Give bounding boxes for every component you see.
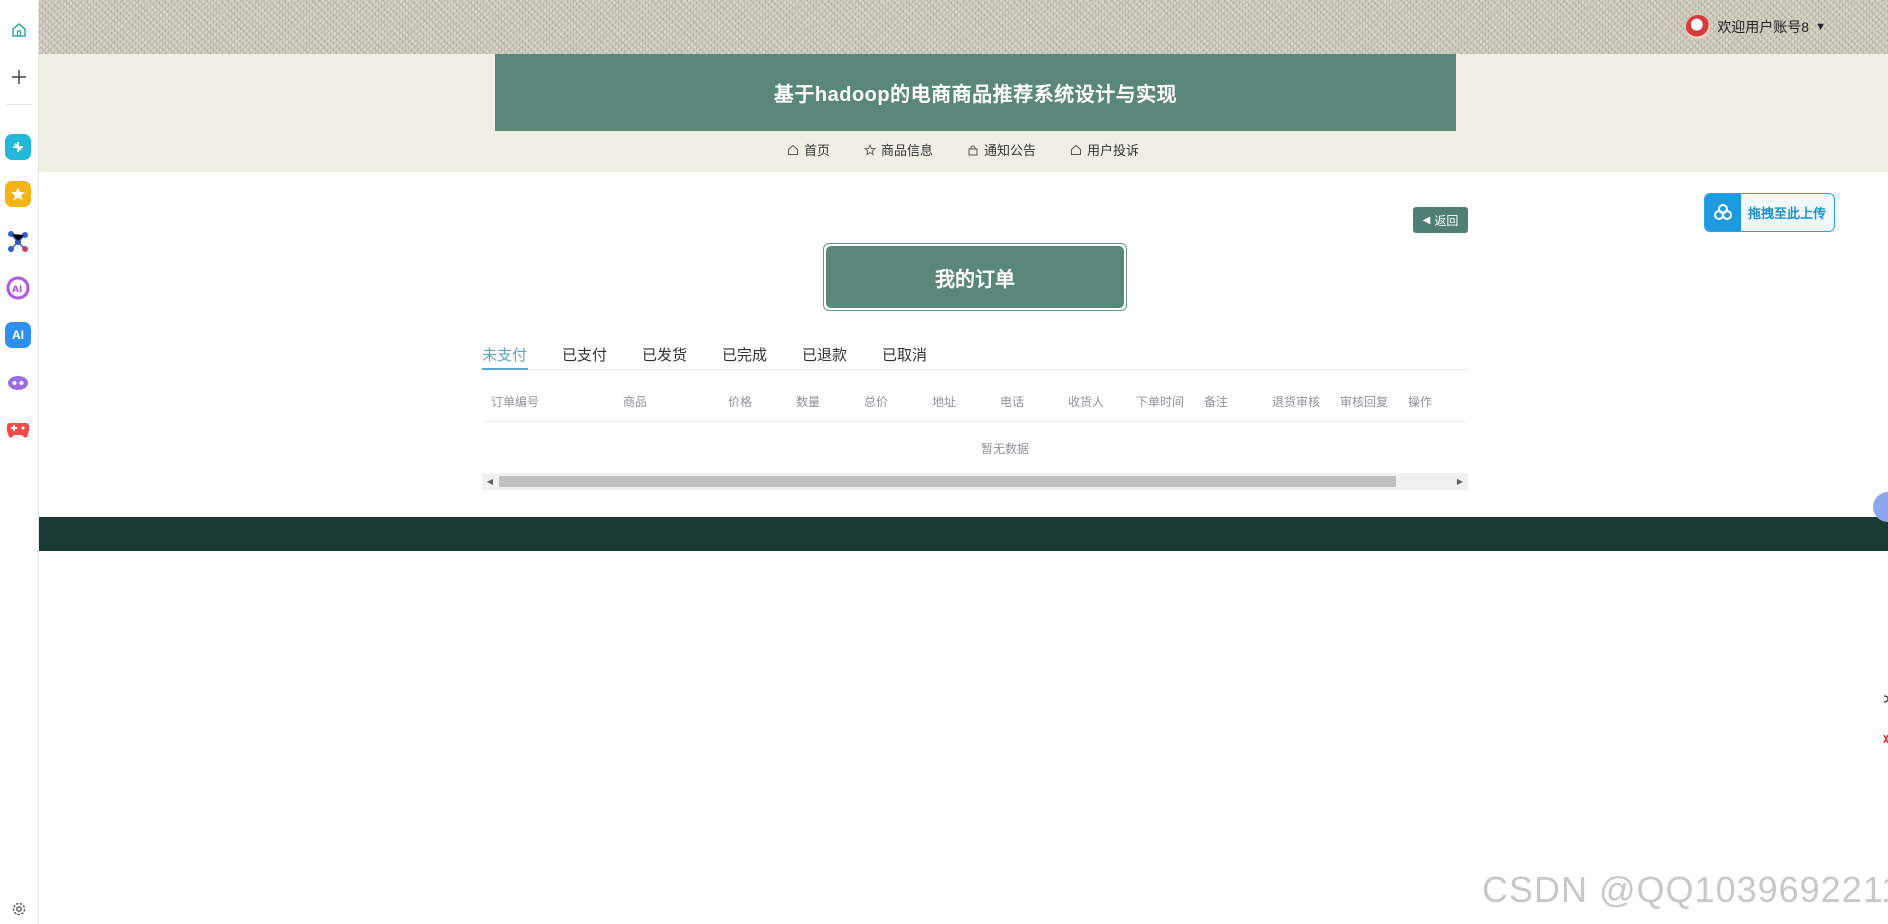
- site-title-banner: 基于hadoop的电商商品推荐系统设计与实现: [495, 54, 1456, 131]
- network-app-icon[interactable]: [5, 228, 31, 254]
- nav-item-label: 首页: [803, 143, 830, 158]
- chevron-down-icon: ▼: [1815, 21, 1826, 33]
- tab-shipped[interactable]: 已发货: [642, 344, 687, 365]
- column-header: 下单时间: [1136, 395, 1185, 409]
- nav-item-complaints[interactable]: 用户投诉: [1070, 140, 1139, 159]
- edge-tool-icon[interactable]: [1883, 734, 1888, 744]
- star-app-icon[interactable]: [5, 181, 31, 207]
- column-header: 审核回复: [1340, 395, 1389, 409]
- star-icon: [863, 143, 876, 155]
- home-icon: [1071, 144, 1082, 155]
- user-menu[interactable]: 欢迎用户账号8 ▼: [1685, 13, 1826, 41]
- sidebar-divider: [6, 104, 32, 105]
- orders-table-header: 订单编号 商品 价格 数量 总价 地址 电话 收货人 下单时间 备注 退货审核 …: [482, 388, 1468, 422]
- nav-item-products[interactable]: 商品信息: [863, 140, 933, 159]
- ai-ring-app-icon[interactable]: AI: [5, 275, 31, 301]
- tab-refunded[interactable]: 已退款: [802, 344, 847, 365]
- watermark: CSDN @QQ1039692211: [1482, 869, 1888, 910]
- plus-icon[interactable]: [4, 62, 34, 92]
- column-header: 操作: [1408, 395, 1433, 409]
- column-header: 备注: [1204, 395, 1229, 409]
- table-empty-text: 暂无数据: [980, 442, 1029, 456]
- column-header: 电话: [1000, 395, 1025, 409]
- user-greeting: 欢迎用户账号8: [1717, 19, 1810, 35]
- back-button[interactable]: ◀ 返回: [1413, 207, 1468, 233]
- home-icon: [787, 144, 798, 155]
- active-tab-indicator: [482, 368, 528, 370]
- browser-sidebar: AI AI: [0, 0, 39, 924]
- table-horizontal-scrollbar[interactable]: ◀ ▶: [482, 473, 1468, 490]
- nav-item-notices[interactable]: 通知公告: [967, 140, 1036, 159]
- home-icon[interactable]: [4, 15, 34, 45]
- column-header: 商品: [623, 395, 648, 409]
- cloud-link-icon: [1705, 194, 1741, 231]
- tab-cancelled[interactable]: 已取消: [882, 344, 927, 365]
- main-nav: 首页 商品信息 通知公告 用户投诉: [0, 140, 1888, 159]
- column-header: 价格: [728, 395, 753, 409]
- scroll-right-arrow-icon[interactable]: ▶: [1455, 476, 1465, 487]
- avatar: [1685, 14, 1712, 40]
- tab-paid[interactable]: 已支付: [562, 344, 607, 365]
- nav-item-label: 用户投诉: [1087, 143, 1140, 158]
- gamepad-app-icon[interactable]: [5, 416, 31, 442]
- caret-left-icon: ◀: [1422, 214, 1431, 226]
- lock-icon: [968, 145, 978, 155]
- tab-unpaid[interactable]: 未支付: [482, 344, 527, 365]
- settings-icon[interactable]: [4, 898, 34, 920]
- nav-item-label: 通知公告: [984, 143, 1037, 158]
- column-header: 退货审核: [1272, 395, 1321, 409]
- tab-completed[interactable]: 已完成: [722, 344, 767, 365]
- site-title: 基于hadoop的电商商品推荐系统设计与实现: [773, 84, 1178, 106]
- upload-label: 拖拽至此上传: [1748, 206, 1827, 221]
- upload-dropzone[interactable]: 拖拽至此上传: [1704, 193, 1835, 232]
- top-banner: 欢迎用户账号8 ▼: [39, 0, 1888, 54]
- back-label: 返回: [1434, 213, 1459, 228]
- column-header: 收货人: [1068, 395, 1105, 409]
- ai-app-text: AI: [12, 328, 24, 342]
- ai-app-icon[interactable]: AI: [5, 322, 31, 348]
- column-header: 地址: [932, 395, 957, 409]
- nav-item-home[interactable]: 首页: [787, 140, 830, 159]
- scrollbar-thumb[interactable]: [499, 476, 1396, 487]
- footer-bar: [39, 517, 1888, 551]
- column-header: 总价: [864, 395, 889, 409]
- nav-item-label: 商品信息: [880, 143, 933, 158]
- svg-text:AI: AI: [12, 285, 22, 295]
- scroll-left-arrow-icon[interactable]: ◀: [485, 476, 495, 487]
- order-status-tabs: 未支付 已支付 已发货 已完成 已退款 已取消: [482, 340, 1468, 370]
- edge-tool-icon[interactable]: [1883, 694, 1888, 704]
- column-header: 订单编号: [491, 395, 540, 409]
- section-title: 我的订单: [826, 246, 1124, 308]
- column-header: 数量: [796, 395, 821, 409]
- robot-app-icon[interactable]: [5, 369, 31, 395]
